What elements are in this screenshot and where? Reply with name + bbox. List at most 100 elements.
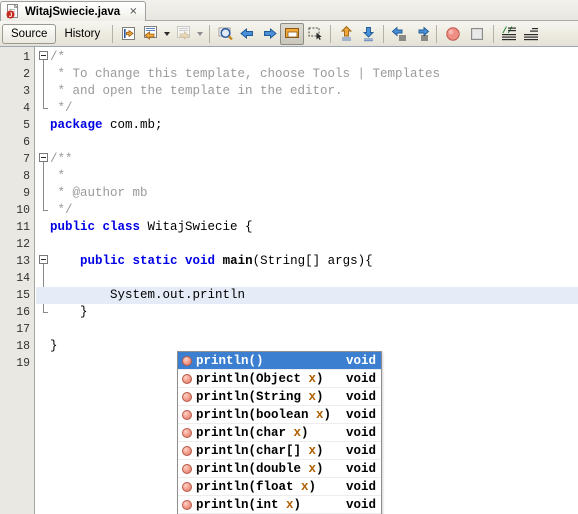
comment-button[interactable]: // (498, 23, 520, 45)
code-line[interactable]: package com.mb; (36, 117, 578, 134)
back-navigate-icon (142, 25, 159, 42)
shift-block-left-button[interactable] (388, 23, 410, 45)
toggle-rectangular-selection-icon (284, 25, 301, 42)
code-token: WitajSwiecie { (140, 220, 253, 234)
code-line[interactable]: /** (36, 151, 578, 168)
code-editor[interactable]: 1 2 3 4 5 6 7 8 9 10 11 12 13 14 15 16 17 18 19 /* * To ch… (0, 47, 578, 514)
line-number: 10 (16, 204, 30, 217)
uncomment-icon (523, 25, 540, 42)
line-number: 7 (23, 153, 30, 166)
line-number: 8 (23, 170, 30, 183)
tab-witajswiecie-java[interactable]: J WitajSwiecie.java ⨯ (0, 1, 146, 21)
line-number: 16 (16, 306, 30, 319)
code-line[interactable]: System.out.println (36, 287, 578, 304)
forward-navigate-dropdown[interactable] (194, 23, 205, 45)
previous-bookmark-button[interactable] (236, 23, 258, 45)
code-line[interactable]: } (36, 304, 578, 321)
line-number: 14 (16, 272, 30, 285)
toolbar-separator (209, 24, 211, 43)
method-public-icon (182, 409, 192, 420)
line-number: 5 (23, 119, 30, 132)
comment-icon: // (501, 25, 518, 42)
shift-block-right-icon (413, 25, 430, 42)
code-line[interactable]: public static void main(String[] args){ (36, 253, 578, 270)
code-token: package (50, 118, 103, 132)
back-navigate-button[interactable] (139, 23, 161, 45)
code-line[interactable]: * @author mb (36, 185, 578, 202)
close-icon[interactable]: ⨯ (129, 6, 137, 17)
code-line[interactable]: * and open the template in the editor. (36, 83, 578, 100)
start-macro-recording-button[interactable] (441, 23, 465, 45)
netbeans-editor-window: J WitajSwiecie.java ⨯ Source History // … (0, 0, 578, 514)
completion-item[interactable]: println(int x) void (178, 496, 381, 514)
code-completion-popup[interactable]: println() void println(Object x) void printl… (177, 351, 382, 514)
forward-navigate-icon (175, 25, 192, 42)
completion-item[interactable]: println(boolean x) void (178, 406, 381, 424)
completion-param-name: x (286, 497, 294, 512)
shift-line-left-button[interactable] (335, 23, 357, 45)
find-selection-icon (217, 25, 234, 42)
line-number-gutter: 1 2 3 4 5 6 7 8 9 10 11 12 13 14 15 16 17 18 19 (0, 47, 35, 514)
line-number: 11 (16, 221, 30, 234)
code-token: com.mb; (102, 118, 163, 132)
source-button[interactable]: Source (2, 23, 57, 44)
code-token: } (50, 305, 88, 319)
line-number: 3 (23, 85, 30, 98)
last-edit-button[interactable] (117, 23, 139, 45)
completion-item[interactable]: println(String x) void (178, 388, 381, 406)
completion-item[interactable]: println() void (178, 352, 381, 370)
method-public-icon (182, 463, 192, 474)
method-public-icon (182, 445, 192, 456)
completion-item[interactable]: println(char x) void (178, 424, 381, 442)
code-token: (String[] args){ (252, 254, 373, 268)
history-button[interactable]: History (56, 24, 108, 44)
code-line[interactable] (36, 321, 578, 338)
next-bookmark-icon (261, 25, 278, 42)
completion-item[interactable]: println(char[] x) void (178, 442, 381, 460)
toolbar-separator (112, 24, 114, 43)
code-line[interactable] (36, 270, 578, 287)
code-line[interactable]: */ (36, 100, 578, 117)
completion-param-name: x (316, 407, 324, 422)
toggle-highlight-button[interactable] (304, 23, 326, 45)
code-token: * To change this template, choose Tools … (50, 67, 441, 81)
method-public-icon (182, 355, 192, 366)
completion-return-type: void (345, 371, 376, 386)
code-line[interactable]: */ (36, 202, 578, 219)
completion-signature: println(String x) (196, 389, 324, 404)
find-selection-button[interactable] (214, 23, 236, 45)
shift-block-right-button[interactable] (410, 23, 432, 45)
code-token: * @author mb (50, 186, 148, 200)
line-number: 15 (16, 289, 30, 302)
code-line[interactable]: /* (36, 49, 578, 66)
completion-return-type: void (345, 443, 376, 458)
completion-item[interactable]: println(Object x) void (178, 370, 381, 388)
completion-return-type: void (345, 425, 376, 440)
stop-macro-recording-button[interactable] (465, 23, 489, 45)
back-navigate-dropdown[interactable] (161, 23, 172, 45)
code-line[interactable]: public class WitajSwiecie { (36, 219, 578, 236)
next-bookmark-button[interactable] (258, 23, 280, 45)
completion-item[interactable]: println(float x) void (178, 478, 381, 496)
code-token: } (50, 339, 58, 353)
code-token: * (50, 169, 66, 183)
code-line[interactable] (36, 134, 578, 151)
shift-block-left-icon (391, 25, 408, 42)
shift-line-right-button[interactable] (357, 23, 379, 45)
forward-navigate-button[interactable] (172, 23, 194, 45)
code-line[interactable] (36, 236, 578, 253)
start-macro-recording-icon (445, 26, 461, 42)
uncomment-button[interactable] (520, 23, 542, 45)
code-line[interactable]: * To change this template, choose Tools … (36, 66, 578, 83)
line-number: 18 (16, 340, 30, 353)
code-token: /** (50, 152, 73, 166)
completion-return-type: void (345, 407, 376, 422)
method-public-icon (182, 427, 192, 438)
code-line[interactable]: * (36, 168, 578, 185)
completion-return-type: void (345, 389, 376, 404)
line-number: 9 (23, 187, 30, 200)
toggle-rectangular-selection-button[interactable] (280, 22, 305, 45)
completion-item[interactable]: println(double x) void (178, 460, 381, 478)
last-edit-icon (120, 25, 137, 42)
